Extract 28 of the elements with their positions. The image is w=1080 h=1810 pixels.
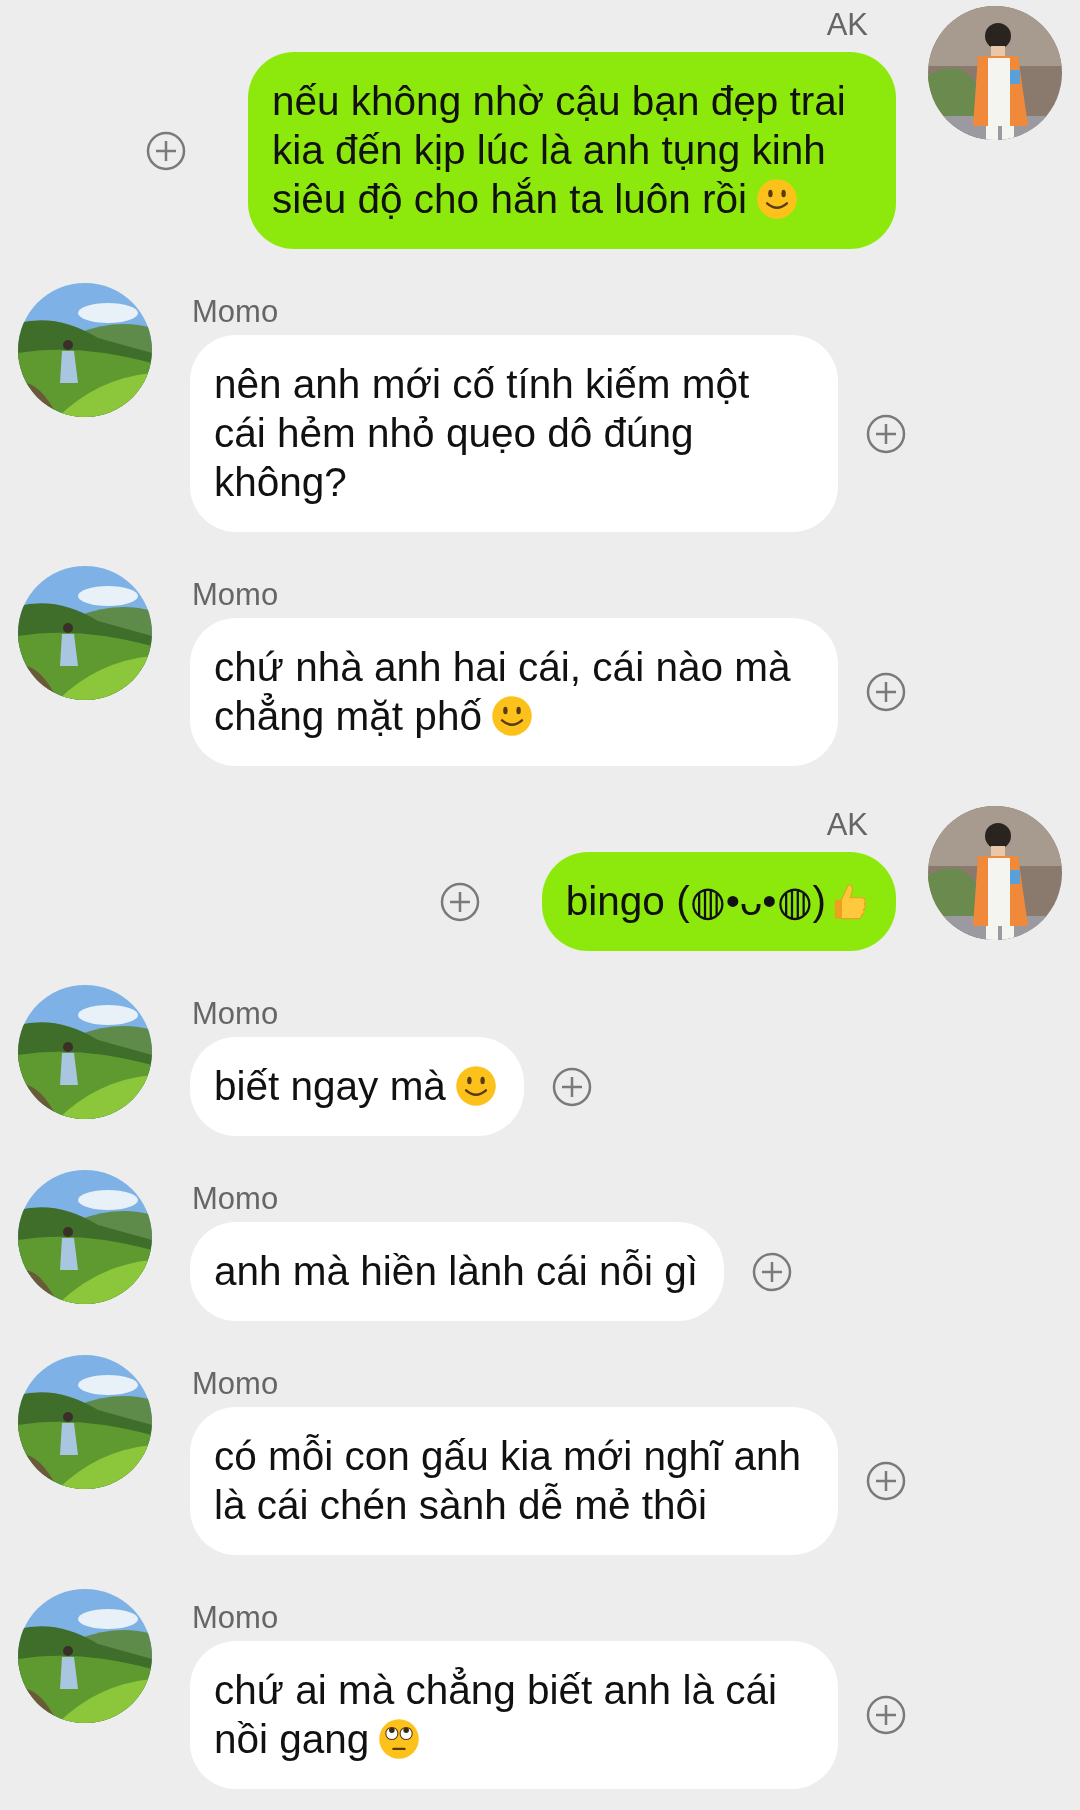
message-bubble: nếu không nhờ cậu bạn đẹp trai kia đến kịp lúc là anh tụng kinh siêu độ cho hắn ta luôn rồi [248, 52, 896, 249]
sender-name: Momo [192, 1599, 279, 1637]
message-bubble: chứ ai mà chẳng biết anh là cái nồi gang [190, 1641, 838, 1789]
smiley-icon [755, 177, 800, 221]
sender-name: Momo [192, 1180, 279, 1218]
sender-name: AK [826, 806, 869, 844]
add-icon[interactable] [866, 413, 906, 454]
message-bubble: anh mà hiền lành cái nỗi gì [190, 1222, 725, 1321]
sender-name: AK [826, 6, 869, 44]
add-icon[interactable] [866, 1695, 906, 1735]
message-bubble: nên anh mới cố tính kiếm một cái hẻm nhỏ quẹo dô đúng không? [190, 335, 838, 532]
message-bubble: bingo (◍•ᴗ•◍) [541, 852, 896, 951]
message-bubble: có mỗi con gấu kia mới nghĩ anh là cái chén sành dễ mẻ thôi [190, 1407, 838, 1555]
message-bubble: biết ngay mà [190, 1037, 524, 1136]
add-icon[interactable] [866, 672, 906, 712]
sender-name: Momo [192, 576, 279, 614]
sender-name: Momo [192, 1365, 279, 1403]
add-icon[interactable] [866, 1461, 906, 1501]
sender-name: Momo [192, 995, 279, 1033]
sender-name: Momo [192, 293, 279, 331]
add-icon[interactable] [752, 1251, 793, 1292]
add-icon[interactable] [551, 1066, 592, 1107]
eye-roll-emoji-icon [377, 1717, 422, 1761]
message-bubble: chứ nhà anh hai cái, cái nào mà chẳng mặt phố [190, 618, 838, 766]
add-icon[interactable] [146, 130, 186, 171]
smiley-icon [489, 694, 534, 738]
add-icon[interactable] [439, 881, 480, 922]
smiley-icon [453, 1064, 498, 1108]
